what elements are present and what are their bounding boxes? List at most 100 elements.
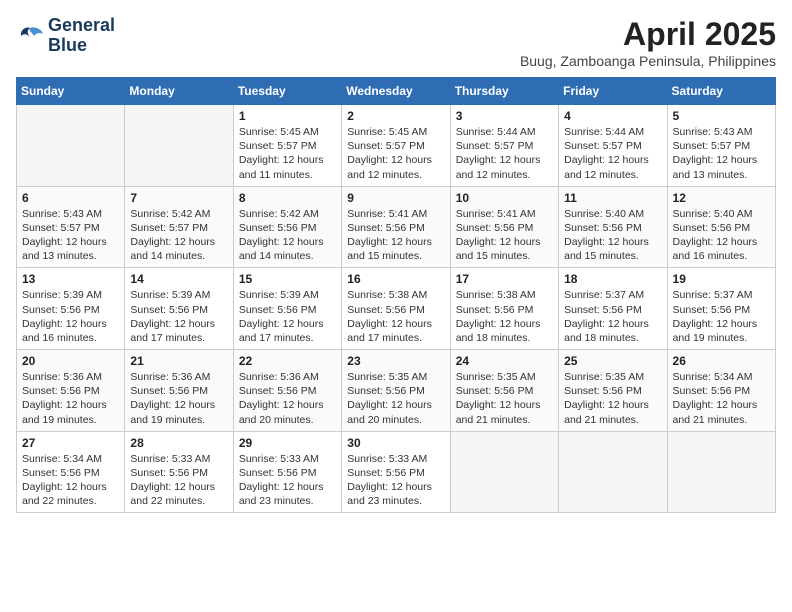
weekday-header-thursday: Thursday bbox=[450, 78, 558, 105]
day-number: 10 bbox=[456, 191, 553, 205]
day-number: 1 bbox=[239, 109, 336, 123]
day-info: Sunrise: 5:35 AMSunset: 5:56 PMDaylight:… bbox=[347, 370, 444, 427]
logo: General Blue bbox=[16, 16, 115, 56]
day-info: Sunrise: 5:42 AMSunset: 5:57 PMDaylight:… bbox=[130, 207, 227, 264]
day-number: 5 bbox=[673, 109, 770, 123]
day-info: Sunrise: 5:37 AMSunset: 5:56 PMDaylight:… bbox=[564, 288, 661, 345]
calendar-cell: 15 Sunrise: 5:39 AMSunset: 5:56 PMDayligh… bbox=[233, 268, 341, 350]
logo-icon bbox=[16, 24, 44, 48]
calendar-week-row: 13 Sunrise: 5:39 AMSunset: 5:56 PMDayligh… bbox=[17, 268, 776, 350]
day-number: 2 bbox=[347, 109, 444, 123]
day-info: Sunrise: 5:38 AMSunset: 5:56 PMDaylight:… bbox=[347, 288, 444, 345]
day-number: 20 bbox=[22, 354, 119, 368]
calendar-cell: 10 Sunrise: 5:41 AMSunset: 5:56 PMDayligh… bbox=[450, 186, 558, 268]
calendar-cell: 25 Sunrise: 5:35 AMSunset: 5:56 PMDayligh… bbox=[559, 350, 667, 432]
calendar-cell: 7 Sunrise: 5:42 AMSunset: 5:57 PMDaylight… bbox=[125, 186, 233, 268]
calendar-cell: 4 Sunrise: 5:44 AMSunset: 5:57 PMDaylight… bbox=[559, 105, 667, 187]
calendar-week-row: 20 Sunrise: 5:36 AMSunset: 5:56 PMDayligh… bbox=[17, 350, 776, 432]
calendar-table: SundayMondayTuesdayWednesdayThursdayFrid… bbox=[16, 77, 776, 513]
calendar-cell: 18 Sunrise: 5:37 AMSunset: 5:56 PMDayligh… bbox=[559, 268, 667, 350]
calendar-cell: 19 Sunrise: 5:37 AMSunset: 5:56 PMDayligh… bbox=[667, 268, 775, 350]
calendar-cell: 17 Sunrise: 5:38 AMSunset: 5:56 PMDayligh… bbox=[450, 268, 558, 350]
day-number: 7 bbox=[130, 191, 227, 205]
calendar-cell bbox=[667, 431, 775, 513]
calendar-cell: 2 Sunrise: 5:45 AMSunset: 5:57 PMDaylight… bbox=[342, 105, 450, 187]
calendar-cell: 1 Sunrise: 5:45 AMSunset: 5:57 PMDaylight… bbox=[233, 105, 341, 187]
day-info: Sunrise: 5:36 AMSunset: 5:56 PMDaylight:… bbox=[239, 370, 336, 427]
location-subtitle: Buug, Zamboanga Peninsula, Philippines bbox=[520, 53, 776, 69]
day-info: Sunrise: 5:38 AMSunset: 5:56 PMDaylight:… bbox=[456, 288, 553, 345]
calendar-cell bbox=[17, 105, 125, 187]
calendar-cell: 11 Sunrise: 5:40 AMSunset: 5:56 PMDayligh… bbox=[559, 186, 667, 268]
day-info: Sunrise: 5:34 AMSunset: 5:56 PMDaylight:… bbox=[22, 452, 119, 509]
day-number: 19 bbox=[673, 272, 770, 286]
weekday-header-saturday: Saturday bbox=[667, 78, 775, 105]
calendar-cell: 22 Sunrise: 5:36 AMSunset: 5:56 PMDayligh… bbox=[233, 350, 341, 432]
day-info: Sunrise: 5:33 AMSunset: 5:56 PMDaylight:… bbox=[347, 452, 444, 509]
day-info: Sunrise: 5:41 AMSunset: 5:56 PMDaylight:… bbox=[456, 207, 553, 264]
day-info: Sunrise: 5:39 AMSunset: 5:56 PMDaylight:… bbox=[22, 288, 119, 345]
day-number: 13 bbox=[22, 272, 119, 286]
month-title: April 2025 bbox=[520, 16, 776, 53]
day-info: Sunrise: 5:43 AMSunset: 5:57 PMDaylight:… bbox=[22, 207, 119, 264]
day-info: Sunrise: 5:35 AMSunset: 5:56 PMDaylight:… bbox=[564, 370, 661, 427]
day-number: 26 bbox=[673, 354, 770, 368]
day-number: 21 bbox=[130, 354, 227, 368]
title-block: April 2025 Buug, Zamboanga Peninsula, Ph… bbox=[520, 16, 776, 69]
day-info: Sunrise: 5:43 AMSunset: 5:57 PMDaylight:… bbox=[673, 125, 770, 182]
day-info: Sunrise: 5:42 AMSunset: 5:56 PMDaylight:… bbox=[239, 207, 336, 264]
day-number: 29 bbox=[239, 436, 336, 450]
day-number: 6 bbox=[22, 191, 119, 205]
calendar-cell: 8Sunrise: 5:42 AMSunset: 5:56 PMDaylight… bbox=[233, 186, 341, 268]
day-number: 16 bbox=[347, 272, 444, 286]
calendar-cell bbox=[559, 431, 667, 513]
calendar-week-row: 27 Sunrise: 5:34 AMSunset: 5:56 PMDayligh… bbox=[17, 431, 776, 513]
day-info: Sunrise: 5:39 AMSunset: 5:56 PMDaylight:… bbox=[130, 288, 227, 345]
calendar-cell: 5 Sunrise: 5:43 AMSunset: 5:57 PMDaylight… bbox=[667, 105, 775, 187]
day-number: 25 bbox=[564, 354, 661, 368]
calendar-cell: 16 Sunrise: 5:38 AMSunset: 5:56 PMDayligh… bbox=[342, 268, 450, 350]
day-number: 24 bbox=[456, 354, 553, 368]
day-info: Sunrise: 5:45 AMSunset: 5:57 PMDaylight:… bbox=[347, 125, 444, 182]
calendar-cell: 3 Sunrise: 5:44 AMSunset: 5:57 PMDaylight… bbox=[450, 105, 558, 187]
weekday-header-wednesday: Wednesday bbox=[342, 78, 450, 105]
calendar-cell: 12Sunrise: 5:40 AMSunset: 5:56 PMDayligh… bbox=[667, 186, 775, 268]
calendar-cell: 9Sunrise: 5:41 AMSunset: 5:56 PMDaylight… bbox=[342, 186, 450, 268]
calendar-cell: 23Sunrise: 5:35 AMSunset: 5:56 PMDayligh… bbox=[342, 350, 450, 432]
calendar-week-row: 1 Sunrise: 5:45 AMSunset: 5:57 PMDaylight… bbox=[17, 105, 776, 187]
day-info: Sunrise: 5:44 AMSunset: 5:57 PMDaylight:… bbox=[564, 125, 661, 182]
day-number: 18 bbox=[564, 272, 661, 286]
page-header: General Blue April 2025 Buug, Zamboanga … bbox=[16, 16, 776, 69]
day-info: Sunrise: 5:36 AMSunset: 5:56 PMDaylight:… bbox=[22, 370, 119, 427]
calendar-cell: 6 Sunrise: 5:43 AMSunset: 5:57 PMDaylight… bbox=[17, 186, 125, 268]
day-info: Sunrise: 5:44 AMSunset: 5:57 PMDaylight:… bbox=[456, 125, 553, 182]
calendar-header-row: SundayMondayTuesdayWednesdayThursdayFrid… bbox=[17, 78, 776, 105]
calendar-cell: 21 Sunrise: 5:36 AMSunset: 5:56 PMDayligh… bbox=[125, 350, 233, 432]
day-number: 9 bbox=[347, 191, 444, 205]
calendar-cell bbox=[450, 431, 558, 513]
calendar-cell: 30 Sunrise: 5:33 AMSunset: 5:56 PMDayligh… bbox=[342, 431, 450, 513]
day-number: 30 bbox=[347, 436, 444, 450]
day-number: 14 bbox=[130, 272, 227, 286]
day-number: 22 bbox=[239, 354, 336, 368]
day-info: Sunrise: 5:39 AMSunset: 5:56 PMDaylight:… bbox=[239, 288, 336, 345]
day-number: 4 bbox=[564, 109, 661, 123]
day-info: Sunrise: 5:36 AMSunset: 5:56 PMDaylight:… bbox=[130, 370, 227, 427]
day-number: 15 bbox=[239, 272, 336, 286]
calendar-week-row: 6 Sunrise: 5:43 AMSunset: 5:57 PMDaylight… bbox=[17, 186, 776, 268]
day-info: Sunrise: 5:35 AMSunset: 5:56 PMDaylight:… bbox=[456, 370, 553, 427]
calendar-cell: 20 Sunrise: 5:36 AMSunset: 5:56 PMDayligh… bbox=[17, 350, 125, 432]
day-info: Sunrise: 5:45 AMSunset: 5:57 PMDaylight:… bbox=[239, 125, 336, 182]
day-number: 27 bbox=[22, 436, 119, 450]
day-info: Sunrise: 5:40 AMSunset: 5:56 PMDaylight:… bbox=[564, 207, 661, 264]
weekday-header-sunday: Sunday bbox=[17, 78, 125, 105]
day-info: Sunrise: 5:37 AMSunset: 5:56 PMDaylight:… bbox=[673, 288, 770, 345]
day-number: 17 bbox=[456, 272, 553, 286]
day-info: Sunrise: 5:33 AMSunset: 5:56 PMDaylight:… bbox=[239, 452, 336, 509]
day-number: 3 bbox=[456, 109, 553, 123]
calendar-cell: 13 Sunrise: 5:39 AMSunset: 5:56 PMDayligh… bbox=[17, 268, 125, 350]
weekday-header-monday: Monday bbox=[125, 78, 233, 105]
calendar-cell: 29 Sunrise: 5:33 AMSunset: 5:56 PMDayligh… bbox=[233, 431, 341, 513]
weekday-header-friday: Friday bbox=[559, 78, 667, 105]
day-number: 11 bbox=[564, 191, 661, 205]
